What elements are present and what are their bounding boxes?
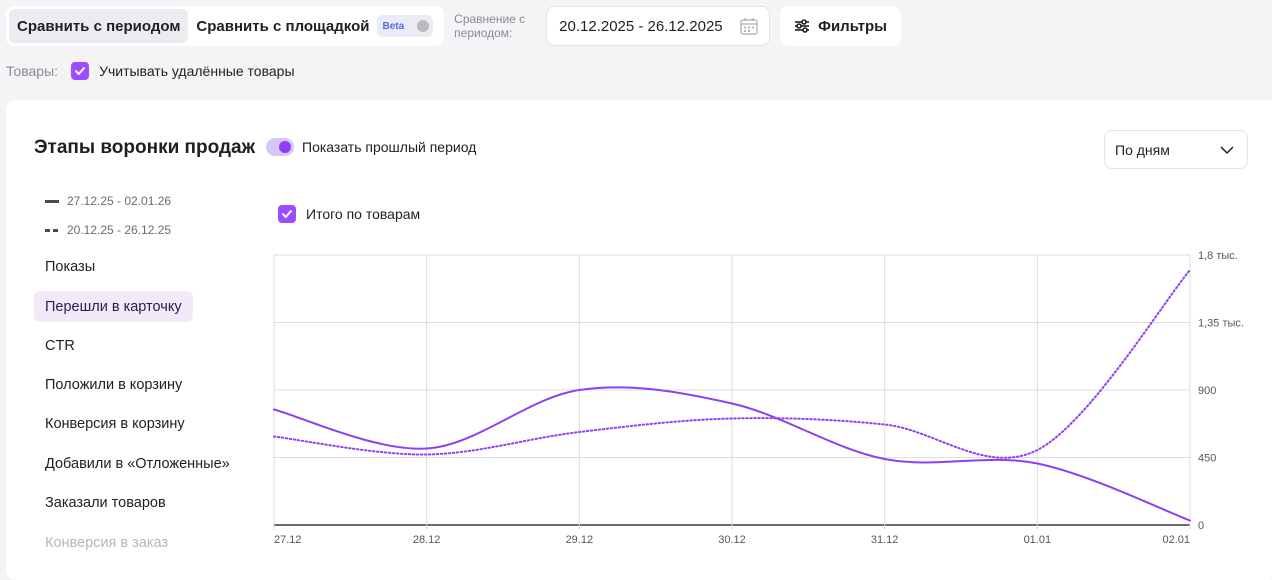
compare-period-button[interactable]: Сравнить с периодом [9, 9, 188, 43]
x-tick-label: 31.12 [871, 534, 899, 546]
check-icon [74, 65, 86, 77]
x-tick-label: 27.12 [274, 534, 302, 546]
goods-label: Товары: [6, 63, 58, 79]
funnel-card: Этапы воронки продаж Показать прошлый пе… [6, 100, 1272, 580]
beta-badge: Beta [377, 18, 409, 35]
y-tick-label: 0 [1198, 520, 1204, 532]
compare-platform-button[interactable]: Сравнить с площадкой Beta [188, 9, 441, 43]
compare-mode-switch: Сравнить с периодом Сравнить с площадкой… [6, 6, 444, 46]
filters-button[interactable]: Фильтры [780, 6, 901, 46]
y-tick-label: 1,8 тыс. [1198, 250, 1238, 262]
goods-row: Товары: Учитывать удалённые товары [6, 62, 295, 80]
compare-label: Сравнение с периодом: [454, 12, 534, 40]
filters-label: Фильтры [818, 18, 887, 35]
include-deleted-label: Учитывать удалённые товары [99, 63, 294, 79]
date-range-value: 20.12.2025 - 26.12.2025 [559, 18, 722, 35]
beta-toggle[interactable]: Beta [377, 15, 433, 37]
x-tick-label: 28.12 [413, 534, 441, 546]
toggle-knob-icon [417, 20, 429, 32]
y-tick-label: 900 [1198, 385, 1216, 397]
x-tick-label: 02.01 [1162, 534, 1190, 546]
compare-platform-label: Сравнить с площадкой [196, 18, 369, 35]
toolbar: Сравнить с периодом Сравнить с площадкой… [6, 6, 901, 46]
x-tick-label: 01.01 [1024, 534, 1052, 546]
y-tick-label: 1,35 тыс. [1198, 318, 1244, 330]
y-tick-label: 450 [1198, 453, 1216, 465]
include-deleted-checkbox[interactable] [71, 62, 89, 80]
x-tick-label: 29.12 [566, 534, 594, 546]
x-tick-label: 30.12 [718, 534, 746, 546]
funnel-line-chart: 0 450 900 1,35 тыс. 1,8 тыс. 27.12 28.12 29.12 3… [6, 100, 1266, 568]
date-range-picker[interactable]: 20.12.2025 - 26.12.2025 [546, 6, 770, 46]
calendar-icon [739, 16, 759, 36]
sliders-icon [794, 18, 810, 34]
